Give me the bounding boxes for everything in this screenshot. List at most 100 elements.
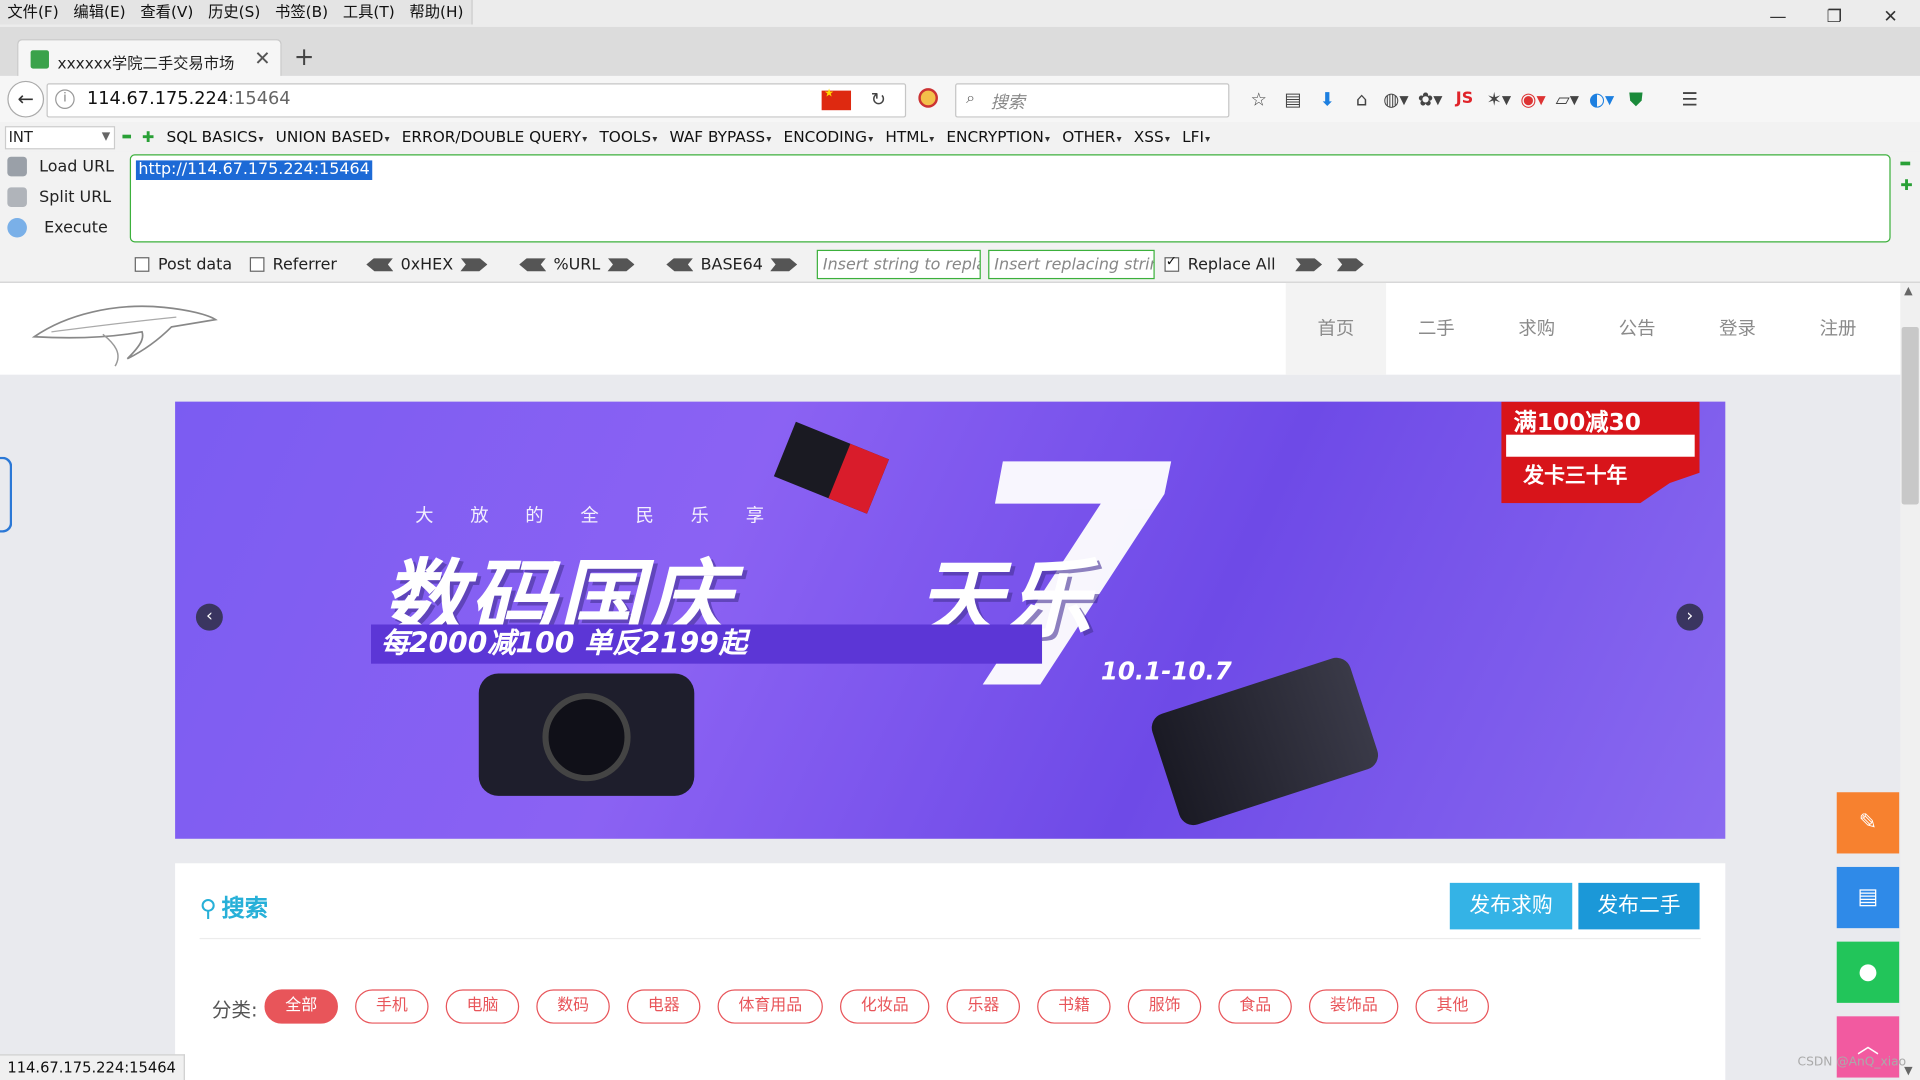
hackbar-menus: SQL BASICS UNION BASED ERROR/DOUBLE QUERY T… xyxy=(167,127,1223,145)
menu-item[interactable]: 查看(V) xyxy=(133,0,201,24)
site-info-icon[interactable]: i xyxy=(55,89,75,109)
split-url-button[interactable]: Split URL xyxy=(7,185,111,209)
china-flag-icon[interactable] xyxy=(821,88,852,111)
site-nav-item[interactable]: 注册 xyxy=(1788,283,1888,375)
site-nav-item[interactable]: 求购 xyxy=(1487,283,1587,375)
hackbar-menu-item[interactable]: UNION BASED xyxy=(276,127,390,145)
category-tag[interactable]: 书籍 xyxy=(1037,989,1111,1024)
category-tag[interactable]: 手机 xyxy=(355,989,429,1024)
insert-string-input[interactable]: Insert string to replace xyxy=(816,249,981,280)
page-scrollbar[interactable]: ▲ ▼ xyxy=(1900,282,1920,1080)
globe-icon[interactable]: ◍▾ xyxy=(1379,83,1413,115)
scroll-thumb[interactable] xyxy=(1901,326,1919,505)
scroll-up-icon[interactable]: ▲ xyxy=(1904,285,1912,297)
category-tag[interactable]: 化妆品 xyxy=(840,989,930,1024)
menu-item[interactable]: 书签(B) xyxy=(268,0,336,24)
plus-icon[interactable]: ✚ xyxy=(1900,176,1912,193)
shield-icon[interactable]: ⛊ xyxy=(1619,83,1653,115)
search-box[interactable]: ⌕ 搜索 xyxy=(955,83,1230,118)
hackbar-menu-item[interactable]: WAF BYPASS xyxy=(670,127,772,145)
minus-icon[interactable] xyxy=(1900,161,1911,166)
site-nav-item[interactable]: 公告 xyxy=(1587,283,1687,375)
category-tag[interactable]: 全部 xyxy=(264,989,338,1024)
block-icon[interactable] xyxy=(918,88,938,108)
translate-icon[interactable]: ◐▾ xyxy=(1584,83,1618,115)
encode-hex-arrow-icon[interactable] xyxy=(460,257,488,272)
reading-list-icon[interactable]: ▤ xyxy=(1276,83,1310,115)
menu-item[interactable]: 帮助(H) xyxy=(402,0,471,24)
hackbar-menu-item[interactable]: SQL BASICS xyxy=(167,127,264,145)
js-toggle-icon[interactable]: JS xyxy=(1447,83,1481,115)
notepad-icon[interactable]: ▤ xyxy=(1836,866,1900,929)
encode-url-arrow-icon[interactable] xyxy=(607,257,635,272)
tab-active[interactable]: xxxxxx学院二手交易市场 ✕ xyxy=(17,39,282,78)
category-tag[interactable]: 乐器 xyxy=(946,989,1021,1024)
category-tag[interactable]: 装饰品 xyxy=(1309,989,1399,1024)
reload-icon[interactable]: ↻ xyxy=(871,88,886,110)
hackbar-menu-item[interactable]: ERROR/DOUBLE QUERY xyxy=(402,127,587,145)
category-tag[interactable]: 电器 xyxy=(627,989,701,1024)
execute-button[interactable]: Execute xyxy=(7,216,108,240)
hackbar-menu-item[interactable]: ENCODING xyxy=(784,127,874,145)
category-tag[interactable]: 服饰 xyxy=(1127,989,1202,1024)
post-wanted-button[interactable]: 发布求购 xyxy=(1449,882,1573,930)
home-icon[interactable]: ⌂ xyxy=(1344,83,1378,115)
sidebar-handle[interactable] xyxy=(0,456,13,533)
hackbar-url-value[interactable]: http://114.67.175.224:15464 xyxy=(135,160,373,181)
hackbar-menu-item[interactable]: XSS xyxy=(1134,127,1170,145)
encode-base64-arrow-icon[interactable] xyxy=(770,257,798,272)
post-secondhand-button[interactable]: 发布二手 xyxy=(1578,882,1700,930)
bookmark-star-icon[interactable]: ☆ xyxy=(1242,83,1276,115)
category-tag[interactable]: 数码 xyxy=(536,989,610,1024)
menu-items: 文件(F) 编辑(E) 查看(V) 历史(S) 书签(B) 工具(T) 帮助(H) xyxy=(0,0,473,25)
bell-icon[interactable]: ● xyxy=(1836,941,1900,1003)
referrer-checkbox[interactable] xyxy=(249,257,265,272)
banner-next-button[interactable]: › xyxy=(1676,603,1704,631)
bug-icon[interactable]: ✶▾ xyxy=(1482,83,1516,115)
menu-item[interactable]: 文件(F) xyxy=(0,0,66,24)
site-nav-item[interactable]: 二手 xyxy=(1386,283,1486,375)
new-tab-button[interactable]: + xyxy=(294,42,315,71)
search-panel: ⚲ 搜索 发布求购 发布二手 分类: 全部 手机 电脑 数码 电器 体育用品 化妆品 乐器 书籍服… xyxy=(175,863,1726,1080)
target-icon[interactable]: ◉▾ xyxy=(1516,83,1550,115)
hackbar-menu-item[interactable]: TOOLS xyxy=(599,127,657,145)
type-select[interactable]: INT ▼ xyxy=(4,126,116,150)
hackbar-menu-item[interactable]: LFI xyxy=(1182,127,1210,145)
close-tab-icon[interactable]: ✕ xyxy=(254,47,270,70)
site-nav-item[interactable]: 登录 xyxy=(1687,283,1787,375)
category-tag[interactable]: 电脑 xyxy=(445,989,520,1024)
post-data-checkbox[interactable] xyxy=(134,257,150,272)
pencil-icon[interactable]: ✎ xyxy=(1836,792,1900,854)
plus-icon[interactable]: ✚ xyxy=(142,129,154,146)
hackbar-menu-item[interactable]: OTHER xyxy=(1062,127,1121,145)
menu-item[interactable]: 工具(T) xyxy=(335,0,402,24)
banner-prev-button[interactable]: ‹ xyxy=(195,603,223,631)
palette-icon[interactable]: ✿▾ xyxy=(1413,83,1447,115)
load-url-button[interactable]: Load URL xyxy=(7,154,114,178)
address-bar[interactable]: i 114.67.175.224:15464 ↻ xyxy=(46,83,907,118)
category-tag[interactable]: 食品 xyxy=(1218,989,1293,1024)
address-text[interactable]: 114.67.175.224:15464 xyxy=(87,89,291,109)
minus-icon[interactable] xyxy=(122,134,132,139)
cheetah-logo-icon[interactable] xyxy=(29,290,220,368)
hamburger-menu-icon[interactable]: ☰ xyxy=(1673,83,1707,115)
promo-banner[interactable]: 7 大放的全民乐享 数码国庆 天乐 每2000减100 单反2199起 10.1-… xyxy=(175,401,1726,839)
replacing-string-input[interactable]: Insert replacing string xyxy=(988,249,1155,280)
replace-all-checkbox[interactable] xyxy=(1164,253,1180,272)
screenshot-icon[interactable]: ▱▾ xyxy=(1550,83,1584,115)
category-tag[interactable]: 其他 xyxy=(1415,989,1490,1024)
download-icon[interactable]: ⬇ xyxy=(1310,83,1344,115)
category-tag[interactable]: 体育用品 xyxy=(717,989,823,1024)
menu-item[interactable]: 历史(S) xyxy=(201,0,268,24)
replace-arrow-icon[interactable] xyxy=(1295,257,1323,272)
decode-base64-arrow-icon[interactable] xyxy=(666,257,694,272)
menu-item[interactable]: 编辑(E) xyxy=(66,0,133,24)
decode-hex-arrow-icon[interactable] xyxy=(366,257,394,272)
hackbar-menu-item[interactable]: HTML xyxy=(885,127,934,145)
decode-url-arrow-icon[interactable] xyxy=(519,257,547,272)
replace-back-arrow-icon[interactable] xyxy=(1336,257,1364,272)
hackbar-url-textarea[interactable]: http://114.67.175.224:15464 xyxy=(129,154,1891,243)
back-button[interactable]: ← xyxy=(7,80,45,118)
hackbar-menu-item[interactable]: ENCRYPTION xyxy=(946,127,1050,145)
site-nav-item[interactable]: 首页 xyxy=(1285,282,1387,375)
